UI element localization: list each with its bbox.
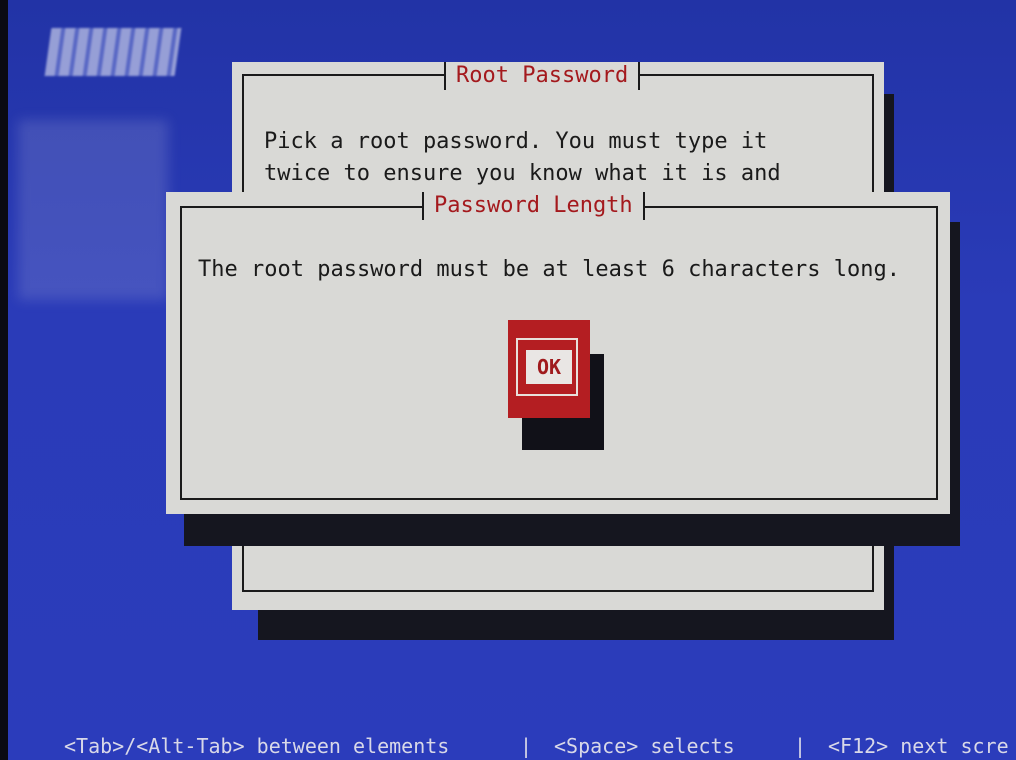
- status-tab-hint: <Tab>/<Alt-Tab> between elements: [64, 734, 450, 758]
- status-separator: |: [794, 734, 807, 758]
- root-dialog-text-line1: Pick a root password. You must type it: [264, 129, 768, 154]
- screen-reflection: [18, 120, 168, 300]
- root-dialog-text-line2: twice to ensure you know what it is and: [264, 161, 781, 186]
- installer-screen: Root Password Pick a root password. You …: [8, 0, 1016, 760]
- root-dialog-title: Root Password: [444, 62, 641, 90]
- screen-glare: [44, 28, 182, 76]
- status-bar: <Tab>/<Alt-Tab> between elements | <Spac…: [8, 728, 1016, 760]
- status-f12-hint: <F12> next scre: [828, 734, 1009, 758]
- alert-dialog-message: The root password must be at least 6 cha…: [198, 257, 900, 282]
- alert-dialog-title: Password Length: [422, 192, 645, 220]
- status-space-hint: <Space> selects: [554, 734, 735, 758]
- ok-button-label: OK: [526, 350, 572, 384]
- status-separator: |: [520, 734, 533, 758]
- ok-button[interactable]: OK: [508, 320, 590, 418]
